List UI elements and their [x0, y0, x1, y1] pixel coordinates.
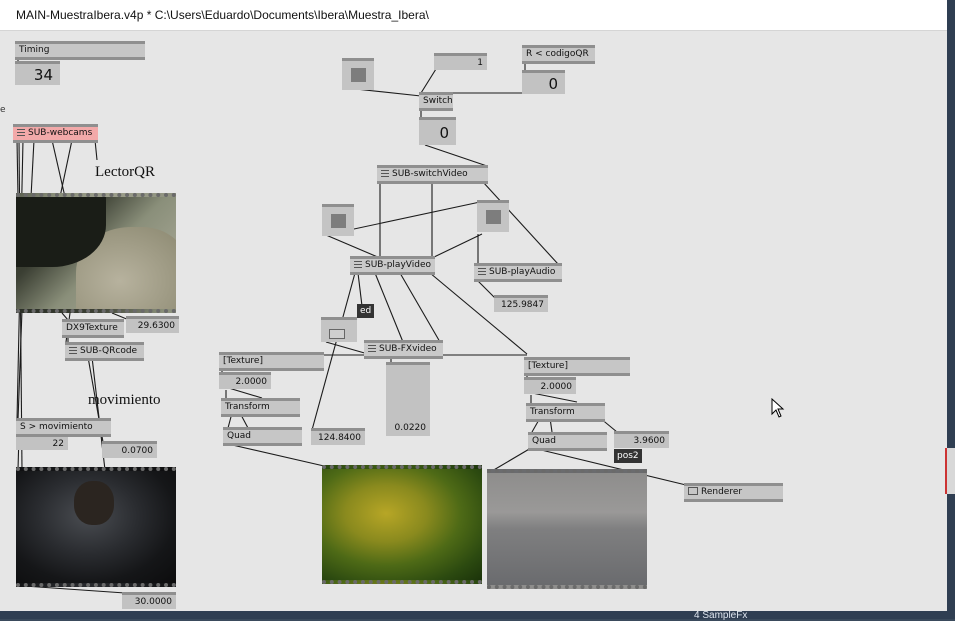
quad-node-2[interactable]: Quad — [528, 432, 607, 451]
mouse-cursor-icon — [771, 398, 785, 418]
fx-slider[interactable]: 0.0220 — [386, 362, 430, 436]
sub-qrcode-node[interactable]: SUB-QRcode — [65, 342, 144, 361]
texture-node-1[interactable]: [Texture] — [219, 352, 324, 371]
movimiento-count[interactable]: 22 — [16, 434, 68, 450]
sub-playaudio-label: SUB-playAudio — [489, 267, 556, 277]
timing-node[interactable]: Timing — [15, 41, 145, 60]
pos2-value[interactable]: 3.9600 — [614, 431, 669, 448]
sub-qrcode-label: SUB-QRcode — [80, 346, 138, 356]
renderer-label: Renderer — [701, 487, 743, 497]
toggle-square — [329, 329, 345, 339]
bottom-cam-value[interactable]: 30.0000 — [122, 592, 176, 609]
transform-node-1[interactable]: Transform — [221, 398, 300, 417]
r-codigoqr-node[interactable]: R < codigoQR — [522, 45, 595, 64]
tooltip-pos2: pos2 — [614, 449, 642, 463]
sub-webcams-label: SUB-webcams — [28, 128, 93, 138]
sub-switchvideo-label: SUB-switchVideo — [392, 169, 468, 179]
toggle-button[interactable] — [321, 317, 357, 342]
sub-fxvideo-node[interactable]: SUB-FXvideo — [364, 340, 443, 359]
timing-value[interactable]: 34 — [15, 61, 60, 85]
switch-video-preview — [487, 469, 647, 589]
bang-button-2[interactable] — [322, 204, 354, 236]
texture-node-2[interactable]: [Texture] — [524, 357, 630, 376]
sub-playvideo-label: SUB-playVideo — [365, 260, 431, 270]
subpatch-icon — [354, 261, 362, 268]
subpatch-icon — [17, 129, 25, 136]
desktop-bottom — [0, 611, 955, 619]
webcam-qr-preview — [16, 193, 176, 313]
renderer-icon — [688, 487, 698, 495]
webcam-movement-preview — [16, 467, 176, 587]
sub-fxvideo-label: SUB-FXvideo — [379, 344, 437, 354]
playaudio-value[interactable]: 125.9847 — [494, 295, 548, 312]
subpatch-icon — [368, 345, 376, 352]
desktop-background — [947, 0, 955, 619]
movimiento-value[interactable]: 0.0700 — [102, 441, 157, 458]
lector-qr-label: LectorQR — [95, 164, 155, 180]
patch-window: MAIN-MuestraIbera.v4p * C:\Users\Eduardo… — [0, 0, 948, 611]
transform-node-2[interactable]: Transform — [526, 403, 605, 422]
person-shape — [74, 481, 114, 525]
texture2-scale[interactable]: 2.0000 — [524, 377, 576, 394]
taskbar-badge — [945, 448, 955, 494]
sub-switchvideo-node[interactable]: SUB-switchVideo — [377, 165, 488, 184]
dx9-value[interactable]: 29.6300 — [126, 316, 179, 333]
subpatch-icon — [381, 170, 389, 177]
quad-node-1[interactable]: Quad — [223, 427, 302, 446]
renderer-node[interactable]: Renderer — [684, 483, 783, 502]
bang-button-1[interactable] — [342, 58, 374, 90]
dx9texture-node[interactable]: DX9Texture — [62, 319, 124, 338]
movimiento-label: movimiento — [88, 392, 161, 408]
bang-square — [486, 210, 501, 224]
switch-node[interactable]: Switch — [419, 92, 453, 111]
sub-webcams-node[interactable]: SUB-webcams — [13, 124, 98, 143]
sub-playvideo-node[interactable]: SUB-playVideo — [350, 256, 435, 275]
canvas-left-edge: e — [0, 105, 6, 115]
switch-input-value[interactable]: 1 — [434, 53, 487, 70]
switch-output-value[interactable]: 0 — [419, 117, 456, 145]
codigoqr-value[interactable]: 0 — [522, 70, 565, 94]
texture1-scale[interactable]: 2.0000 — [219, 372, 271, 389]
tooltip-ed: ed — [357, 304, 375, 318]
fx-video-preview — [322, 465, 482, 584]
window-title: MAIN-MuestraIbera.v4p * C:\Users\Eduardo… — [16, 8, 429, 22]
bang-square — [331, 214, 346, 228]
subpatch-icon — [478, 268, 486, 275]
subpatch-icon — [69, 347, 77, 354]
bang-square — [351, 68, 366, 82]
quad1-value[interactable]: 124.8400 — [311, 428, 365, 445]
sub-playaudio-node[interactable]: SUB-playAudio — [474, 263, 562, 282]
bang-button-3[interactable] — [477, 200, 509, 232]
title-bar: MAIN-MuestraIbera.v4p * C:\Users\Eduardo… — [0, 0, 947, 31]
desktop-bottom-label: 4 SampleFx — [694, 610, 748, 621]
